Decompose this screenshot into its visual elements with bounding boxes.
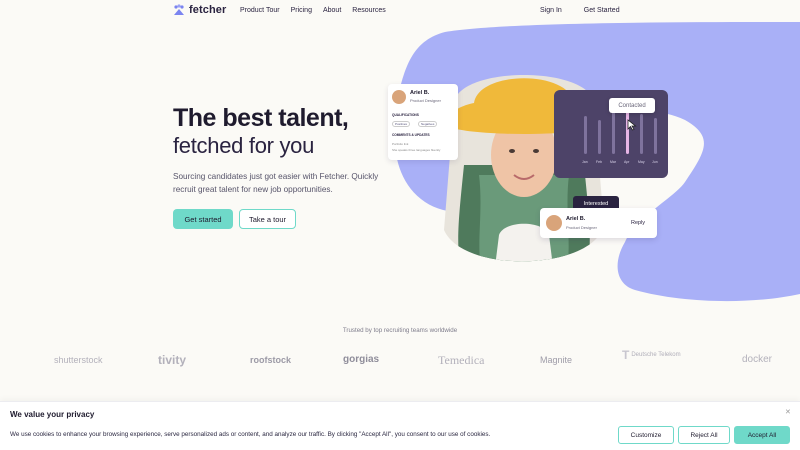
avatar (392, 90, 406, 104)
brand-logo[interactable]: fetcher (173, 4, 226, 16)
profile-note-1: Portfolio link (392, 142, 409, 146)
nav-links: Product Tour Pricing About Resources (240, 7, 397, 14)
negatives-chip: Negatives (418, 121, 438, 127)
chart-bar-highlight (626, 108, 629, 154)
reject-all-button[interactable]: Reject All (678, 426, 730, 444)
chart-bar (612, 112, 615, 154)
logo-temedica: Temedica (438, 353, 485, 367)
hero-subtitle: Sourcing candidates just got easier with… (173, 172, 379, 194)
profile-note-2: She speaks three languages fluently (392, 148, 441, 152)
top-nav: fetcher Product Tour Pricing About Resou… (0, 0, 800, 24)
qualifications-label: QUALIFICATIONS (392, 113, 419, 117)
telekom-mark-icon: T (622, 348, 630, 362)
profile-name: Ariel B. (410, 90, 430, 96)
logo-roofstock: roofstock (250, 355, 292, 365)
logo-tivity: tivity (158, 353, 187, 367)
cursor-icon (627, 119, 637, 131)
chart-bar (640, 114, 643, 154)
nav-link-product-tour[interactable]: Product Tour (240, 7, 280, 14)
trusted-by-label: Trusted by top recruiting teams worldwid… (342, 327, 458, 334)
hero-title-line1: The best talent, (173, 104, 349, 132)
hero-title-line2: fetched for you (173, 133, 315, 158)
get-started-link[interactable]: Get Started (584, 7, 620, 14)
nav-link-resources[interactable]: Resources (352, 7, 385, 14)
reply-name: Ariel B. (566, 216, 586, 222)
contacted-tag: Contacted (609, 98, 655, 113)
chart-month: Jan (582, 160, 588, 164)
positives-chip: Positives (392, 121, 411, 127)
candidate-profile-card: Ariel B. Product Designer QUALIFICATIONS… (388, 84, 458, 160)
logo-magnite: Magnite (540, 355, 573, 365)
chart-month: Feb (596, 160, 603, 164)
cookie-consent-banner: We value your privacy We use cookies to … (0, 401, 800, 450)
get-started-button[interactable]: Get started (173, 209, 233, 229)
accept-all-button[interactable]: Accept All (734, 426, 790, 444)
chart-month: Apr (624, 160, 630, 164)
nav-link-pricing[interactable]: Pricing (291, 7, 312, 14)
telekom-wordmark: Deutsche Telekom (631, 352, 681, 358)
reply-button[interactable]: Reply (631, 220, 645, 226)
logo-docker: docker (742, 354, 773, 365)
chart-bar (654, 118, 657, 154)
reply-role: Product Designer (566, 225, 597, 230)
sign-in-link[interactable]: Sign In (540, 7, 562, 14)
logo-gorgias: gorgias (343, 354, 380, 365)
close-icon[interactable]: ✕ (785, 408, 791, 416)
nav-link-about[interactable]: About (323, 7, 341, 14)
candidate-reply-card: Ariel B. Product Designer Reply (540, 208, 657, 238)
nav-actions: Sign In Get Started (540, 7, 642, 14)
take-a-tour-button[interactable]: Take a tour (239, 209, 296, 229)
chart-bar (598, 120, 601, 154)
customer-logos: shutterstock tivity roofstock gorgias Te… (0, 348, 800, 370)
chart-month: Mar (610, 160, 617, 164)
cookie-title: We value your privacy (10, 410, 95, 419)
customize-button[interactable]: Customize (618, 426, 674, 444)
chart-month: Jun (652, 160, 658, 164)
logo-shutterstock: shutterstock (54, 355, 103, 365)
chart-month: May (638, 160, 645, 164)
brand-name: fetcher (189, 4, 227, 16)
fetcher-logo-icon (174, 4, 184, 15)
cookie-text: We use cookies to enhance your browsing … (10, 431, 491, 438)
comments-label: COMMENTS & UPDATES (392, 133, 430, 137)
logo-deutsche-telekom: T Deutsche Telekom (622, 348, 692, 362)
profile-role: Product Designer (410, 98, 441, 103)
avatar (546, 215, 562, 231)
chart-bar (584, 116, 587, 154)
